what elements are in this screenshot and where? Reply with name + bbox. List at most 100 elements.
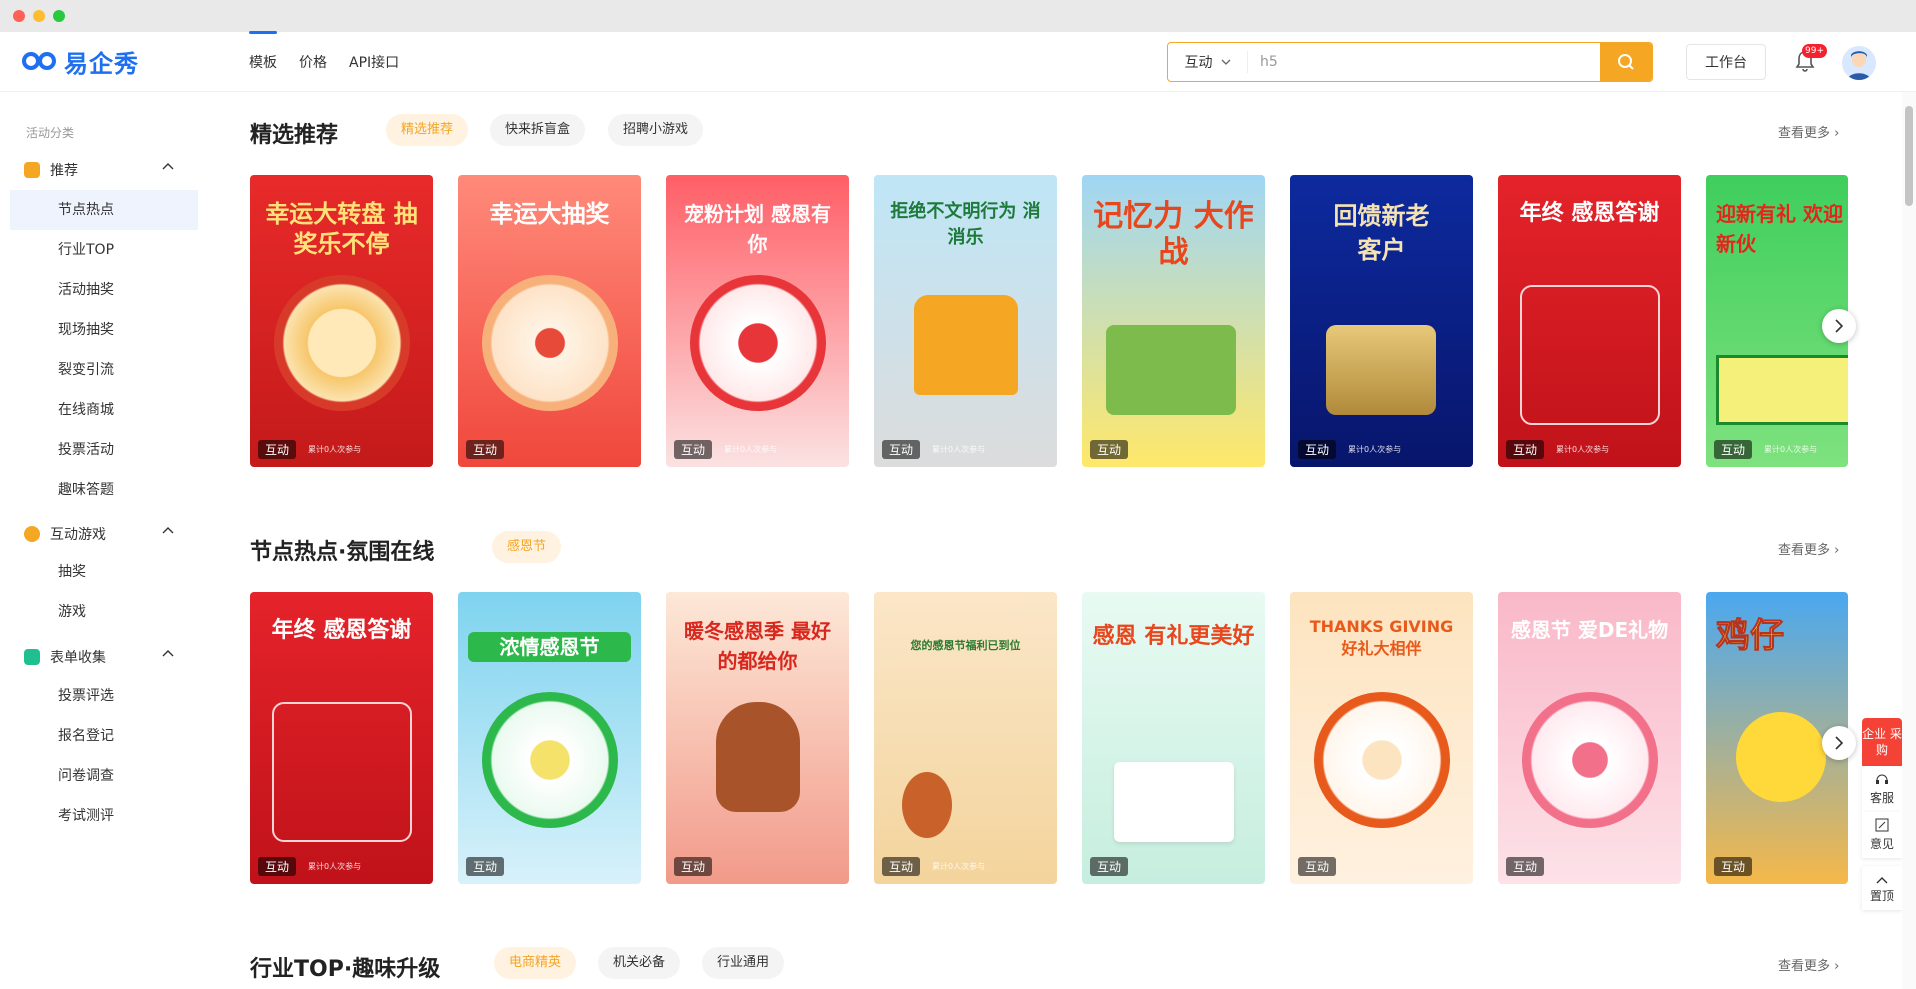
sidebar-item-lottery[interactable]: 抽奖 <box>10 552 198 592</box>
view-more-link[interactable]: 查看更多 › <box>1778 955 1839 974</box>
card-count: 累计0人次参与 <box>1348 445 1402 454</box>
game-icon <box>24 526 40 542</box>
template-card[interactable]: 幸运大抽奖 互动 <box>458 175 641 467</box>
main-nav: 模板 价格 API接口 <box>249 31 399 92</box>
chick-graphic <box>1736 712 1826 802</box>
back-to-top-button[interactable]: 置顶 <box>1862 866 1902 910</box>
scrollbar[interactable] <box>1902 92 1916 989</box>
sidebar-group-forms[interactable]: 表单收集 <box>24 647 174 667</box>
sidebar-group-recommend[interactable]: 推荐 <box>24 160 174 180</box>
template-card[interactable]: 宠粉计划 感恩有你 互动 累计0人次参与 <box>666 175 849 467</box>
close-window-button[interactable] <box>13 10 25 22</box>
view-more-link[interactable]: 查看更多 › <box>1778 539 1839 558</box>
chip-featured[interactable]: 精选推荐 <box>386 114 469 146</box>
feedback-button[interactable]: 意见 <box>1862 812 1902 858</box>
sidebar-item-vote-select[interactable]: 投票评选 <box>10 676 198 716</box>
card-tag: 互动 <box>258 440 297 459</box>
card-title: THANKS GIVING 好礼大相伴 <box>1309 617 1454 658</box>
template-card[interactable]: 回馈新老客户 互动 累计0人次参与 <box>1290 175 1473 467</box>
card-tag: 互动 <box>1506 440 1545 459</box>
template-card[interactable]: 年终 感恩答谢 互动 累计0人次参与 <box>250 592 433 884</box>
minimize-window-button[interactable] <box>33 10 45 22</box>
card-title: 回馈新老客户 <box>1333 202 1430 264</box>
sidebar-item-online-mall[interactable]: 在线商城 <box>10 390 198 430</box>
card-tag: 互动 <box>258 857 297 876</box>
card-title: 您的感恩节福利已到位 <box>910 639 1021 652</box>
sidebar-group-label: 互动游戏 <box>50 527 106 543</box>
card-title: 幸运大抽奖 <box>489 200 610 228</box>
back-to-top-label: 置顶 <box>1869 889 1894 903</box>
customer-service-button[interactable]: 客服 <box>1862 766 1902 812</box>
gift-box-graphic <box>1326 325 1436 415</box>
chip-recruit-game[interactable]: 招聘小游戏 <box>608 114 704 146</box>
card-tag: 互动 <box>1714 440 1753 459</box>
search-bar: 互动 <box>1167 42 1653 82</box>
template-card[interactable]: 浓情感恩节 互动 <box>458 592 641 884</box>
sidebar-item-registration[interactable]: 报名登记 <box>10 716 198 756</box>
card-tag: 互动 <box>1090 440 1129 459</box>
chip-ecommerce[interactable]: 电商精英 <box>494 947 577 979</box>
grid-graphic <box>1520 285 1660 425</box>
search-input[interactable] <box>1248 43 1600 81</box>
sidebar-item-game[interactable]: 游戏 <box>10 592 198 632</box>
chip-general[interactable]: 行业通用 <box>702 947 785 979</box>
nav-templates[interactable]: 模板 <box>249 31 277 72</box>
template-card[interactable]: 暖冬感恩季 最好的都给你 互动 <box>666 592 849 884</box>
avatar[interactable] <box>1842 46 1876 80</box>
logo[interactable]: 易企秀 <box>22 46 139 78</box>
maximize-window-button[interactable] <box>53 10 65 22</box>
headset-icon <box>1876 774 1888 784</box>
enterprise-purchase-button[interactable]: 企业 采购 <box>1862 718 1902 766</box>
sidebar-item-onsite-lottery[interactable]: 现场抽奖 <box>10 310 198 350</box>
sidebar-item-exam[interactable]: 考试测评 <box>10 796 198 836</box>
section-title: 精选推荐 <box>250 123 339 148</box>
section-title: 行业TOP·趣味升级 <box>250 957 441 982</box>
sidebar-group-label: 推荐 <box>50 163 78 179</box>
card-title: 幸运大转盘 抽奖乐不停 <box>265 200 418 258</box>
sidebar-item-industry-top[interactable]: 行业TOP <box>10 230 198 270</box>
sidebar-item-activity-lottery[interactable]: 活动抽奖 <box>10 270 198 310</box>
sidebar-item-survey[interactable]: 问卷调查 <box>10 756 198 796</box>
search-type-select[interactable]: 互动 <box>1168 51 1248 73</box>
sidebar-item-voting[interactable]: 投票活动 <box>10 430 198 470</box>
workbench-button[interactable]: 工作台 <box>1686 44 1766 80</box>
logo-text: 易企秀 <box>64 49 139 78</box>
nav-api[interactable]: API接口 <box>349 52 399 72</box>
card-tag: 互动 <box>674 857 713 876</box>
notification-badge: 99+ <box>1802 44 1827 58</box>
card-tag: 互动 <box>1090 857 1129 876</box>
template-card[interactable]: 年终 感恩答谢 互动 累计0人次参与 <box>1498 175 1681 467</box>
template-card[interactable]: 您的感恩节福利已到位 互动 累计0人次参与 <box>874 592 1057 884</box>
view-more-link[interactable]: 查看更多 › <box>1778 122 1839 141</box>
chevron-up-icon <box>162 527 174 534</box>
template-card[interactable]: 感恩节 爱DE礼物 互动 <box>1498 592 1681 884</box>
sidebar-group-label: 表单收集 <box>50 650 106 666</box>
sidebar: 活动分类 推荐 节点热点 行业TOP 活动抽奖 现场抽奖 裂变引流 在线商城 投… <box>0 92 200 989</box>
carousel-next-button[interactable] <box>1822 309 1856 343</box>
card-title: 拒绝不文明行为 消消乐 <box>890 201 1041 248</box>
carousel-next-button[interactable] <box>1822 726 1856 760</box>
sidebar-item-viral[interactable]: 裂变引流 <box>10 350 198 390</box>
nav-pricing[interactable]: 价格 <box>299 52 327 72</box>
scrollbar-thumb[interactable] <box>1905 106 1913 206</box>
template-card[interactable]: 感恩 有礼更美好 互动 <box>1082 592 1265 884</box>
chip-thanksgiving[interactable]: 感恩节 <box>492 531 562 563</box>
sidebar-group-games[interactable]: 互动游戏 <box>24 524 174 544</box>
template-card[interactable]: THANKS GIVING 好礼大相伴 互动 <box>1290 592 1473 884</box>
chevron-up-icon <box>162 650 174 657</box>
sidebar-item-node-hot[interactable]: 节点热点 <box>10 190 198 230</box>
card-tag: 互动 <box>466 857 505 876</box>
card-count: 累计0人次参与 <box>932 445 986 454</box>
template-card[interactable]: 拒绝不文明行为 消消乐 互动 累计0人次参与 <box>874 175 1057 467</box>
chevron-right-icon <box>1835 319 1843 333</box>
card-count: 累计0人次参与 <box>308 862 362 871</box>
chip-government[interactable]: 机关必备 <box>598 947 681 979</box>
search-button[interactable] <box>1600 43 1652 81</box>
window-titlebar <box>0 0 1916 32</box>
chip-blind-box[interactable]: 快来拆盲盒 <box>490 114 586 146</box>
envelope-graphic <box>1114 762 1234 842</box>
top-navigation-bar: 易企秀 模板 价格 API接口 互动 工作台 99+ <box>0 31 1916 92</box>
template-card[interactable]: 幸运大转盘 抽奖乐不停 互动 累计0人次参与 <box>250 175 433 467</box>
template-card[interactable]: 记忆力 大作战 互动 <box>1082 175 1265 467</box>
sidebar-item-quiz[interactable]: 趣味答题 <box>10 470 198 510</box>
